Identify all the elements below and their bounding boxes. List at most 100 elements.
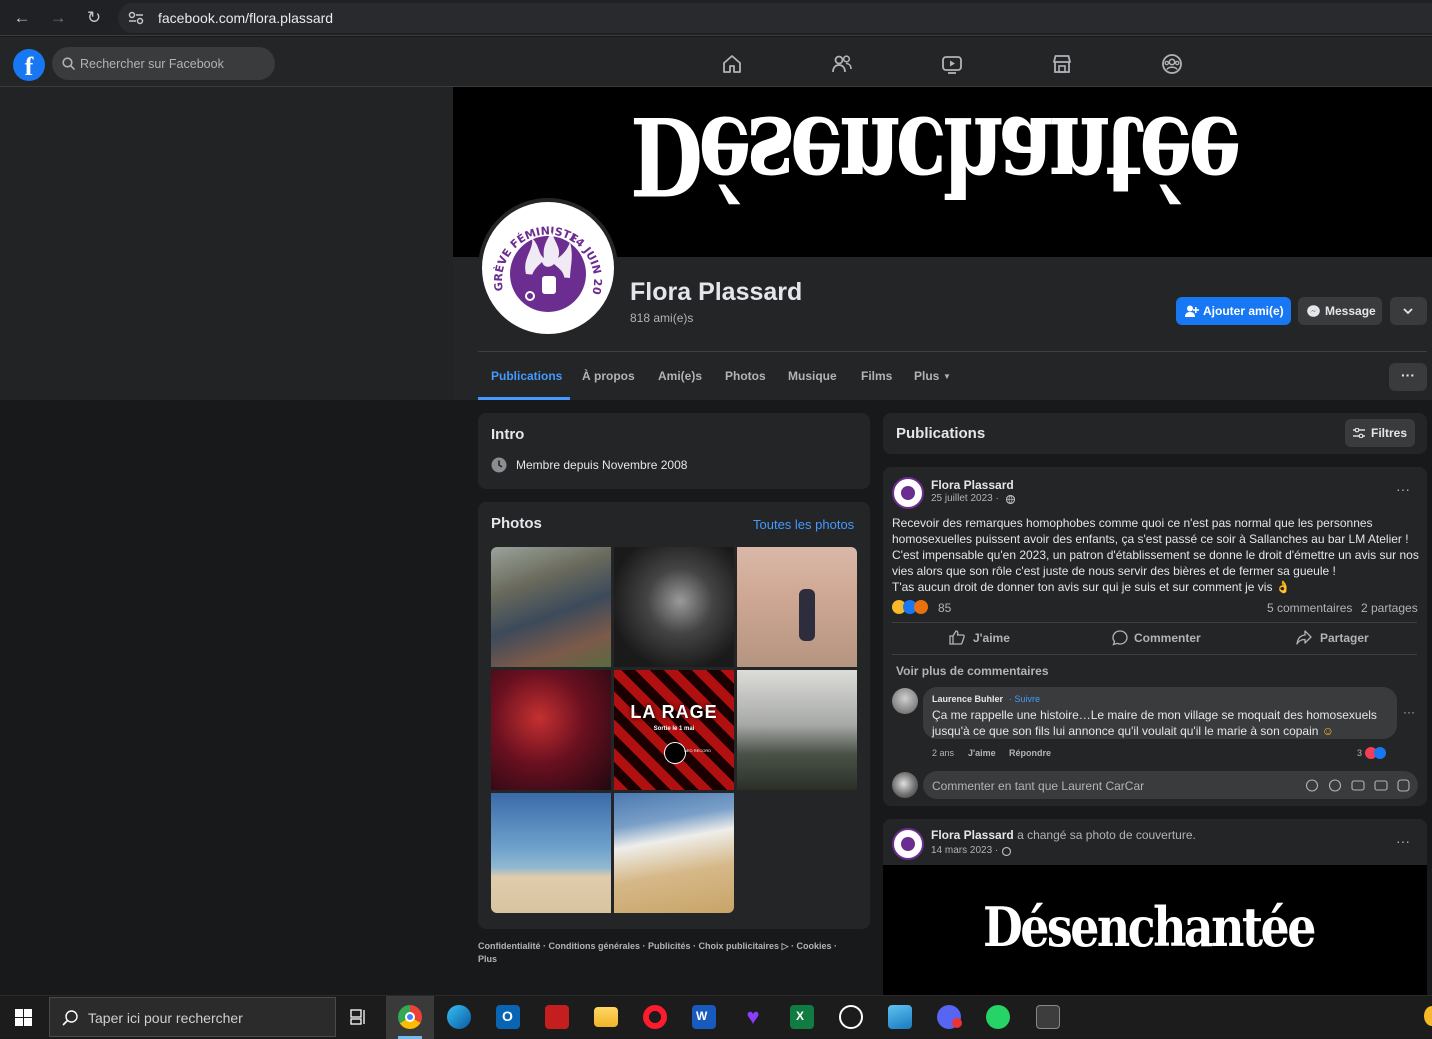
tab-music[interactable]: Musique [788, 369, 837, 383]
post2-author[interactable]: Flora Plassard [931, 828, 1014, 842]
post-author[interactable]: Flora Plassard [931, 478, 1014, 492]
current-user-avatar[interactable] [892, 772, 918, 798]
friends-icon[interactable] [831, 53, 853, 75]
cover-text: Désenchantée [630, 92, 1238, 218]
commenter-avatar[interactable] [892, 688, 918, 714]
search-icon [62, 57, 75, 70]
home-icon[interactable] [721, 53, 743, 75]
filters-button[interactable]: Filtres [1345, 419, 1415, 447]
footer-privacy[interactable]: Confidentialité [478, 941, 541, 951]
footer-terms[interactable]: Conditions générales [549, 941, 641, 951]
reload-icon[interactable]: ↻ [82, 6, 106, 30]
word-icon[interactable]: W [692, 1005, 716, 1029]
footer-ads[interactable]: Publicités [648, 941, 691, 951]
discord-icon[interactable] [937, 1005, 962, 1029]
tab-about[interactable]: À propos [582, 369, 635, 383]
footer-ad-choices[interactable]: Choix publicitaires [699, 941, 780, 951]
filter-icon [1353, 428, 1365, 438]
member-since: Membre depuis Novembre 2008 [516, 458, 688, 472]
chatgpt-icon[interactable] [839, 1005, 863, 1029]
forward-icon[interactable]: → [46, 6, 70, 30]
comment-count[interactable]: 5 commentaires [1267, 601, 1352, 615]
photo-group[interactable] [491, 547, 611, 667]
comment-menu-icon[interactable]: ··· [1403, 705, 1415, 719]
rage-title: LA RAGE [630, 702, 718, 722]
comment-input[interactable]: Commenter en tant que Laurent CarCar [923, 771, 1418, 799]
more-options-button[interactable] [1390, 297, 1427, 325]
add-friend-button[interactable]: Ajouter ami(e) [1176, 297, 1291, 325]
tab-photos[interactable]: Photos [725, 369, 766, 383]
taskbar-search-input[interactable]: Taper ici pour rechercher [49, 997, 336, 1037]
all-photos-link[interactable]: Toutes les photos [753, 517, 854, 532]
post-card-cover-change: Flora Plassard a changé sa photo de couv… [883, 819, 1427, 1009]
heart-app-icon[interactable]: ♥ [741, 1005, 765, 1029]
back-icon[interactable]: ← [10, 6, 34, 30]
message-button[interactable]: Message [1298, 297, 1382, 325]
post-menu-icon[interactable]: ··· [1396, 833, 1410, 849]
video-icon[interactable] [941, 53, 963, 75]
site-settings-icon[interactable] [128, 11, 144, 25]
rage-label: NEO RECORD [684, 748, 712, 753]
comment-time[interactable]: 2 ans [932, 748, 954, 758]
outlook-icon[interactable]: O [496, 1005, 520, 1029]
comment-tools [1306, 779, 1410, 792]
photo-dune[interactable] [614, 793, 734, 913]
address-bar[interactable]: facebook.com/flora.plassard [118, 3, 1432, 33]
follow-link[interactable]: · Suivre [1009, 694, 1040, 704]
search-input[interactable]: Rechercher sur Facebook [52, 47, 275, 80]
marketplace-icon[interactable] [1051, 53, 1073, 75]
photo-cliff[interactable] [737, 670, 857, 790]
photo-child-beach[interactable] [737, 547, 857, 667]
windows-start-icon[interactable] [15, 1009, 32, 1026]
photos-title: Photos [491, 515, 542, 532]
photo-la-rage[interactable]: LA RAGE Sortie le 1 mai NEO RECORD [614, 670, 734, 790]
notification-icon[interactable] [1424, 1006, 1432, 1026]
profile-left-background [0, 87, 453, 400]
post-avatar[interactable] [892, 477, 924, 509]
tab-publications[interactable]: Publications [491, 369, 562, 383]
friend-count[interactable]: 818 ami(e)s [630, 311, 693, 325]
post-date[interactable]: 25 juillet 2023 · [931, 493, 999, 504]
avatar[interactable]: GRÈVE FÉMINISTE 14 JUIN 2023 [478, 192, 618, 338]
publications-header: Publications Filtres [883, 413, 1427, 454]
footer-more[interactable]: Plus [478, 954, 497, 964]
comment-reply[interactable]: Répondre [1009, 748, 1051, 758]
groups-icon[interactable] [1161, 53, 1183, 75]
calculator-icon[interactable] [1036, 1005, 1060, 1029]
chrome-icon[interactable] [398, 1005, 422, 1029]
tabs-more-button[interactable]: ··· [1389, 363, 1427, 391]
opera-icon[interactable] [643, 1005, 667, 1029]
task-view-icon[interactable] [350, 1008, 368, 1026]
facebook-logo-icon[interactable]: f [13, 49, 45, 81]
reaction-count[interactable]: 85 [938, 601, 951, 615]
facebook-header: f Rechercher sur Facebook [0, 37, 1432, 87]
file-explorer-icon[interactable] [594, 1007, 618, 1027]
comment-like[interactable]: J'aime [968, 748, 996, 758]
tab-more[interactable]: Plus [914, 369, 939, 383]
reaction-icons[interactable] [892, 600, 938, 614]
footer-cookies[interactable]: Cookies [797, 941, 832, 951]
post-avatar[interactable] [892, 828, 924, 860]
photo-boat[interactable] [491, 793, 611, 913]
add-friend-icon [1185, 305, 1199, 317]
photos-app-icon[interactable] [888, 1005, 912, 1029]
photo-dj[interactable] [491, 670, 611, 790]
clock-icon [491, 457, 507, 473]
edge-icon[interactable] [447, 1005, 471, 1029]
excel-icon[interactable]: X [790, 1005, 814, 1029]
post2-cover-image[interactable]: Désenchantée [883, 865, 1427, 1009]
comment-author[interactable]: Laurence Buhler [932, 694, 1003, 704]
comment-label: Commenter [1134, 631, 1201, 645]
whatsapp-icon[interactable] [986, 1005, 1010, 1029]
tab-films[interactable]: Films [861, 369, 892, 383]
acrobat-icon[interactable] [545, 1005, 569, 1029]
post2-date[interactable]: 14 mars 2023 · [931, 845, 998, 856]
view-more-comments[interactable]: Voir plus de commentaires [896, 664, 1049, 678]
tab-friends[interactable]: Ami(e)s [658, 369, 702, 383]
photo-portrait-bw[interactable] [614, 547, 734, 667]
share-count[interactable]: 2 partages [1361, 601, 1418, 615]
profile-name: Flora Plassard [630, 278, 803, 306]
comment-reaction-count[interactable]: 3 [1357, 748, 1362, 758]
post-menu-icon[interactable]: ··· [1396, 481, 1410, 497]
like-icon [949, 630, 965, 645]
